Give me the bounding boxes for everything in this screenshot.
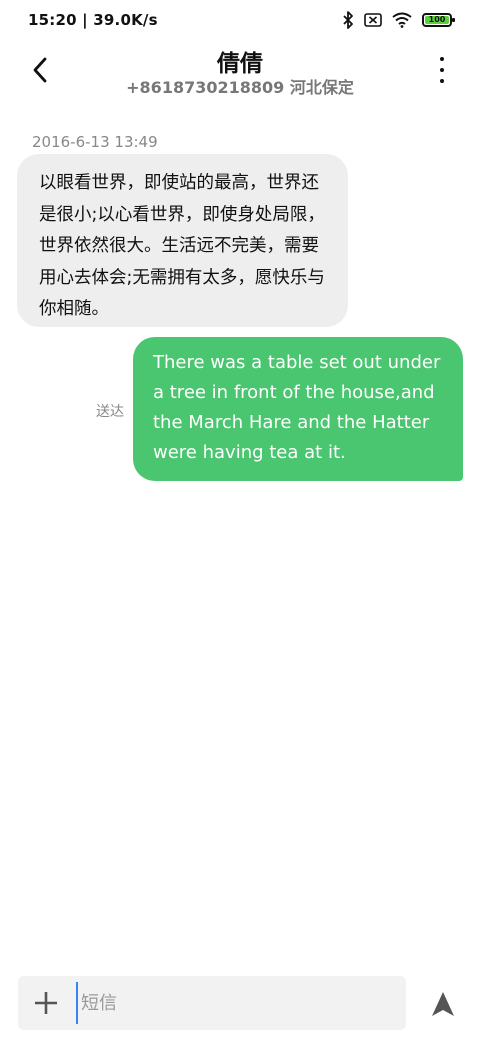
conversation-header: 倩倩 +8618730218809 河北保定 bbox=[0, 40, 480, 100]
message-date: 2016-6-13 13:49 bbox=[32, 133, 158, 151]
composer-bar bbox=[18, 976, 406, 1030]
contact-subtitle: +8618730218809 河北保定 bbox=[126, 78, 354, 97]
battery-icon: 100 bbox=[422, 13, 455, 27]
incoming-message-bubble[interactable]: 以眼看世界，即使站的最高，世界还是很小;以心看世界，即使身处局限，世界依然很大。… bbox=[17, 154, 348, 327]
attach-button[interactable] bbox=[30, 987, 62, 1019]
outgoing-message-bubble[interactable]: There was a table set out under a tree i… bbox=[133, 337, 463, 481]
status-time-speed: 15:20 | 39.0K/s bbox=[28, 11, 158, 29]
battery-level: 100 bbox=[425, 16, 449, 24]
more-vertical-icon bbox=[440, 57, 444, 62]
delivery-status: 送达 bbox=[96, 404, 124, 420]
more-options-button[interactable] bbox=[430, 54, 454, 86]
send-icon bbox=[432, 992, 454, 1016]
contact-name[interactable]: 倩倩 bbox=[0, 44, 480, 78]
sms-input[interactable] bbox=[76, 982, 396, 1024]
wifi-icon bbox=[392, 12, 412, 28]
sim-off-icon bbox=[364, 13, 382, 27]
status-bar: 15:20 | 39.0K/s 100 bbox=[0, 0, 480, 40]
status-icons: 100 bbox=[342, 11, 455, 29]
bluetooth-icon bbox=[343, 11, 353, 29]
send-button[interactable] bbox=[428, 988, 458, 1020]
plus-icon bbox=[35, 992, 57, 1014]
